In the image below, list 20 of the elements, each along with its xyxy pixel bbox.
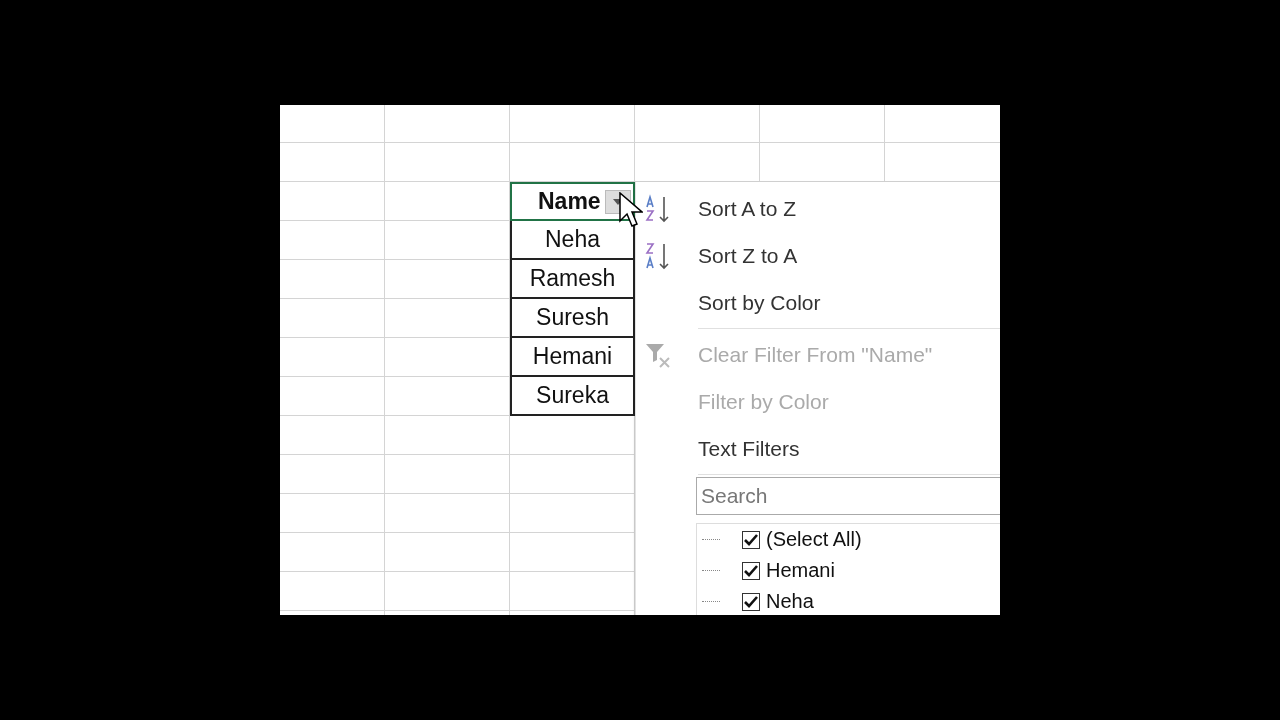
check-icon [744,595,758,608]
check-icon [744,564,758,577]
menu-item[interactable]: Text Filters [698,436,800,461]
table-cell: Hemani [510,338,635,377]
table-cell: Ramesh [510,260,635,299]
checkbox-label[interactable]: Hemani [766,559,835,582]
column-header: Name [538,188,601,215]
checkbox-label[interactable]: (Select All) [766,528,862,551]
check-icon [744,533,758,546]
search-field[interactable]: Search [696,477,1000,515]
menu-item[interactable]: Sort A to Z [698,196,797,221]
table-cell: Sureka [510,377,635,416]
checkbox[interactable] [742,530,760,549]
menu-item[interactable]: Sort by Color [698,290,821,315]
table-cell: Neha [510,221,635,260]
checkbox[interactable] [742,592,760,611]
checkbox-label[interactable]: Neha [766,590,814,613]
table-cell: Suresh [510,299,635,338]
checkbox[interactable] [742,561,760,580]
menu-item[interactable]: Sort Z to A [698,243,798,268]
